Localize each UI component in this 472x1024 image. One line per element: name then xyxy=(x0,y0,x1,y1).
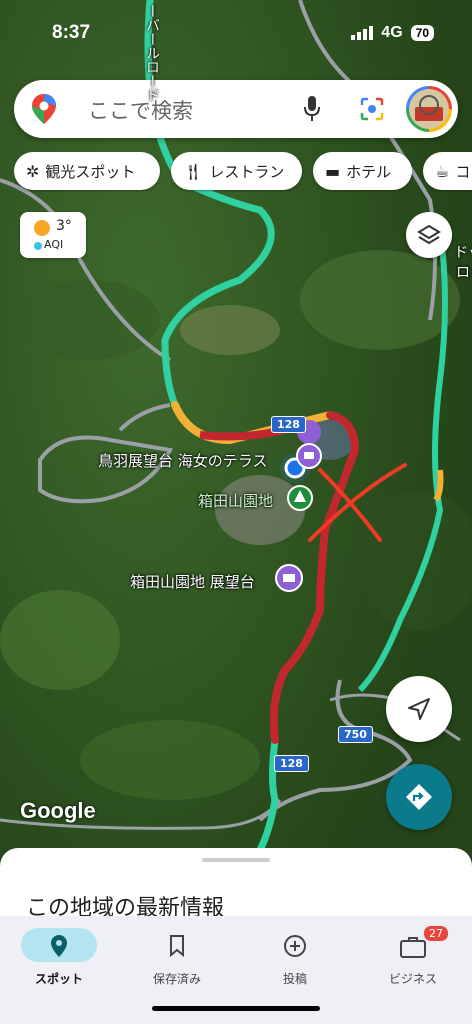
sheet-drag-handle[interactable] xyxy=(202,858,270,862)
network-type: 4G xyxy=(381,24,403,41)
briefcase-icon xyxy=(400,937,426,958)
place-pin-viewpoint-2[interactable] xyxy=(275,564,303,592)
ferris-wheel-icon: ✲ xyxy=(26,161,40,181)
navigation-arrow-icon xyxy=(408,698,430,720)
directions-button[interactable] xyxy=(386,764,452,830)
chip-sightseeing[interactable]: ✲ 観光スポット xyxy=(14,152,160,190)
microphone-icon[interactable] xyxy=(304,96,320,122)
notification-badge: 27 xyxy=(422,924,450,943)
bed-icon: ▬ xyxy=(325,161,341,181)
nav-business[interactable]: 27 ビジネス xyxy=(354,922,472,992)
weather-widget[interactable]: 3° AQI xyxy=(20,212,86,258)
search-bar[interactable]: ここで検索 xyxy=(14,80,458,138)
sun-icon xyxy=(34,220,50,236)
google-watermark: Google xyxy=(20,798,96,823)
directions-icon xyxy=(406,784,432,810)
chip-cafe[interactable]: ☕︎ コ xyxy=(423,152,472,190)
chip-label: レストラン xyxy=(209,162,285,181)
add-circle-icon xyxy=(284,935,306,957)
battery-level: 70 xyxy=(410,25,434,41)
weather-aqi: AQI xyxy=(44,238,64,251)
chip-hotel[interactable]: ▬ ホテル xyxy=(313,152,412,190)
signal-icon xyxy=(351,26,374,40)
weather-temp: 3° xyxy=(56,218,72,234)
chip-restaurant[interactable]: 🍴︎ レストラン xyxy=(171,152,302,190)
status-time: 8:37 xyxy=(52,22,91,43)
category-chips: ✲ 観光スポット 🍴︎ レストラン ▬ ホテル ☕︎ コ xyxy=(14,152,472,192)
bookmark-icon xyxy=(170,935,184,957)
chip-label: 観光スポット xyxy=(45,162,136,181)
layers-button[interactable] xyxy=(406,212,452,258)
chip-label: コ xyxy=(455,162,471,181)
nav-explore[interactable]: スポット xyxy=(0,922,118,992)
status-bar: 8:37 4G 70 xyxy=(0,0,472,70)
lens-icon[interactable] xyxy=(360,97,384,121)
road-number-badge: 128 xyxy=(274,755,309,772)
nav-label: スポット xyxy=(34,972,83,986)
map-edge-label: ドッ xyxy=(454,245,472,261)
road-number-badge: 750 xyxy=(338,726,373,743)
place-label-park[interactable]: 箱田山園地 xyxy=(198,490,273,511)
map-edge-label: ロ xyxy=(456,265,470,281)
maps-pin-logo-icon xyxy=(32,94,56,124)
layers-icon xyxy=(417,224,441,245)
place-pin-park[interactable] xyxy=(287,485,313,511)
fork-knife-icon: 🍴︎ xyxy=(183,161,204,181)
home-indicator xyxy=(152,1006,320,1011)
nav-label: ビジネス xyxy=(388,972,437,986)
road-number-badge: 128 xyxy=(271,416,306,433)
coffee-icon: ☕︎ xyxy=(435,161,450,181)
nav-label: 保存済み xyxy=(152,972,201,986)
chip-label: ホテル xyxy=(346,162,392,181)
location-pin-icon xyxy=(51,935,67,957)
nav-saved[interactable]: 保存済み xyxy=(118,922,236,992)
place-label-terrace[interactable]: 鳥羽展望台 海女のテラス xyxy=(98,450,267,471)
map-road-label: ーバールロード xyxy=(144,4,160,102)
my-location-button[interactable] xyxy=(386,676,452,742)
search-input[interactable]: ここで検索 xyxy=(88,95,193,125)
avatar[interactable] xyxy=(406,86,452,132)
aqi-dot-icon xyxy=(34,242,42,250)
nav-label: 投稿 xyxy=(282,972,307,986)
place-label-observatory[interactable]: 箱田山園地 展望台 xyxy=(130,571,255,592)
nav-contribute[interactable]: 投稿 xyxy=(236,922,354,992)
